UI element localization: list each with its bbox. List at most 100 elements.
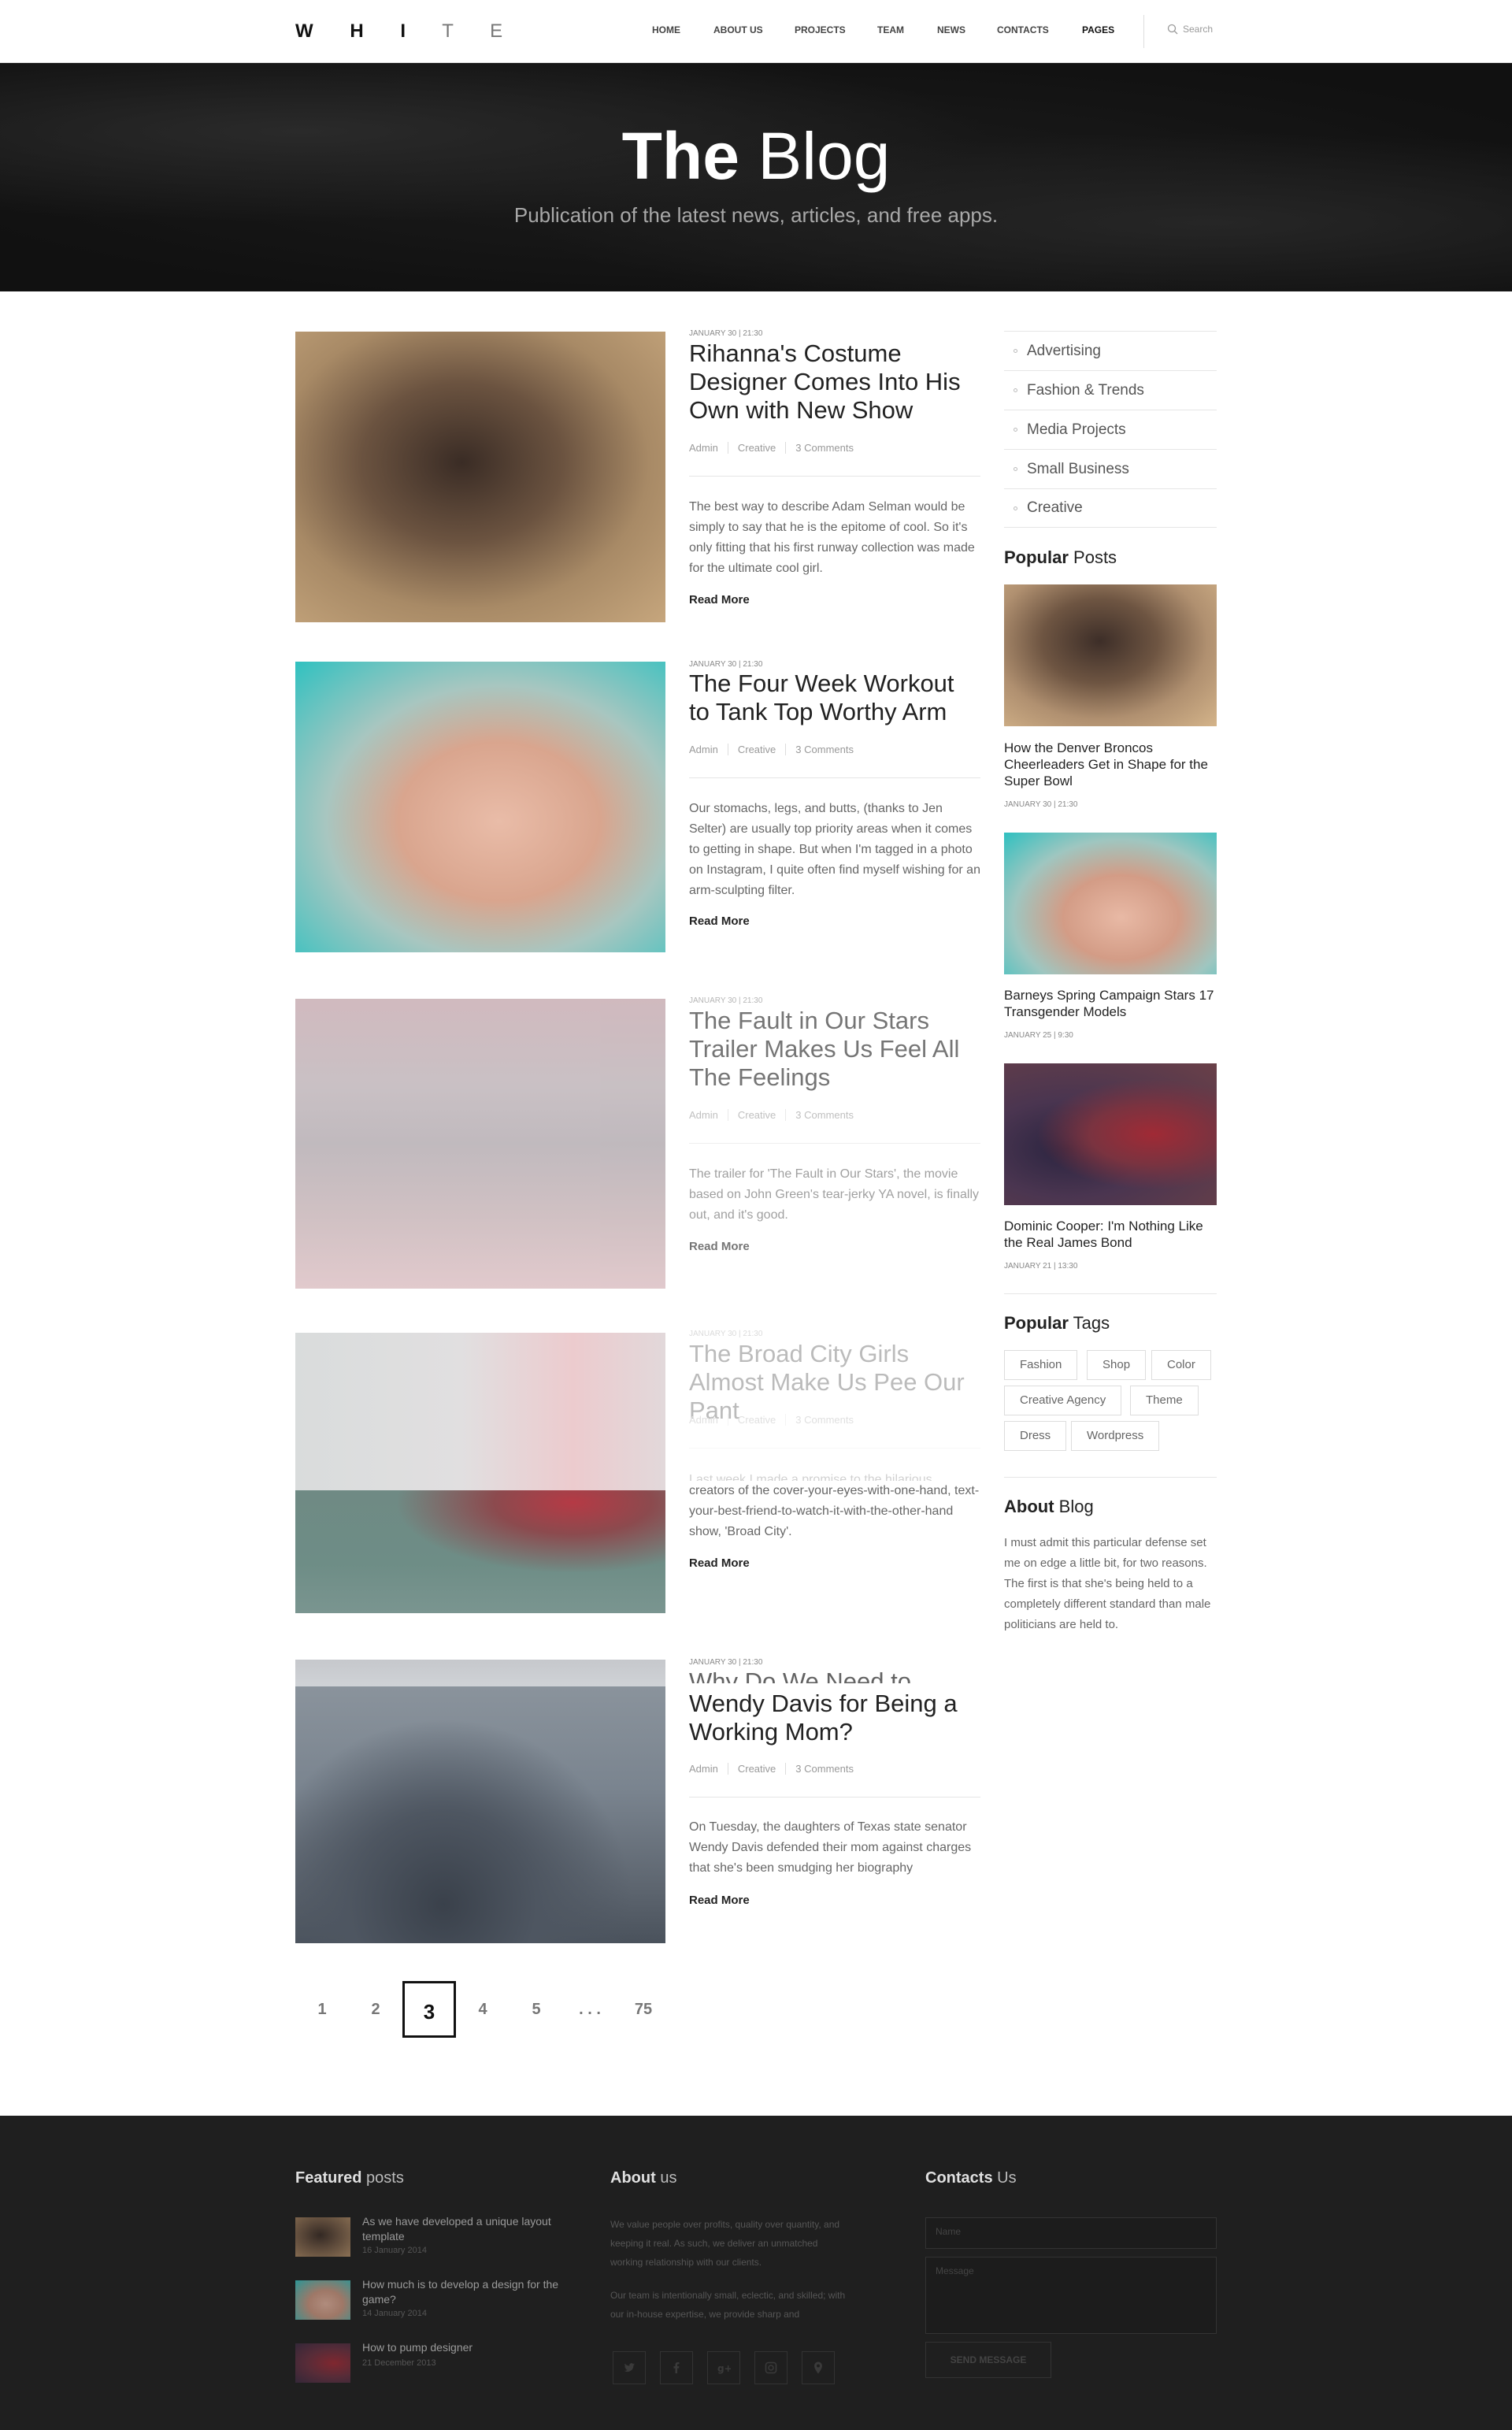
featured-post-date: 14 January 2014 (362, 2309, 427, 2318)
post-excerpt: On Tuesday, the daughters of Texas state… (689, 1820, 972, 1875)
page-4[interactable]: 4 (456, 1981, 510, 2038)
featured-post-thumb[interactable] (295, 2280, 350, 2320)
post-divider (689, 1448, 980, 1449)
post-author[interactable]: Admin (689, 1763, 728, 1775)
bullet-icon (1014, 349, 1017, 353)
category-list: Advertising Fashion & Trends Media Proje… (1004, 331, 1217, 528)
post-excerpt-faded: Last week I made a promise to the hilari… (689, 1473, 932, 1481)
page-75[interactable]: 75 (617, 1981, 670, 2038)
page-3-current[interactable]: 3 (402, 1981, 456, 2038)
popular-post-date: JANUARY 30 | 21:30 (1004, 800, 1078, 809)
heading-bold: About (1004, 1497, 1054, 1516)
bullet-icon (1014, 506, 1017, 510)
facebook-icon (673, 2362, 680, 2373)
post-date: JANUARY 30 | 21:30 (689, 1330, 763, 1338)
heading-light: Posts (1073, 547, 1117, 567)
category-label: Advertising (1027, 342, 1101, 359)
footer-about-p2: Our team is intentionally small, eclecti… (610, 2290, 846, 2320)
read-more-link[interactable]: Read More (689, 1556, 750, 1570)
post-category[interactable]: Creative (727, 1763, 785, 1775)
twitter-button[interactable] (613, 2351, 646, 2384)
heading-light: Us (997, 2169, 1017, 2187)
post-title[interactable]: Wendy Davis for Being a Working Mom? (689, 1690, 980, 1746)
twitter-icon (624, 2363, 635, 2372)
post-info: Admin Creative 3 Comments (689, 1414, 863, 1426)
post-header-faded: JANUARY 30 | 21:30 The Broad City Girls … (0, 0, 1512, 1481)
category-label: Creative (1027, 499, 1083, 516)
category-label: Small Business (1027, 460, 1129, 477)
bullet-icon (1014, 428, 1017, 432)
svg-text:g+: g+ (717, 2363, 731, 2374)
sidebar-divider (1004, 1477, 1217, 1478)
popular-post-image[interactable] (1004, 1063, 1217, 1205)
heading-bold: Featured (295, 2169, 362, 2187)
sidebar-divider (1004, 1293, 1217, 1294)
heading-light: Blog (1058, 1497, 1094, 1516)
heading-bold: About (610, 2169, 656, 2187)
category-media[interactable]: Media Projects (1004, 410, 1217, 449)
instagram-icon (765, 2361, 777, 2374)
footer-about-heading: About us (610, 2169, 676, 2187)
map-pin-icon (814, 2361, 822, 2374)
featured-post-title[interactable]: How much is to develop a design for the … (362, 2277, 567, 2307)
location-button[interactable] (802, 2351, 835, 2384)
tag-shop[interactable]: Shop (1087, 1350, 1147, 1380)
facebook-button[interactable] (660, 2351, 693, 2384)
google-plus-button[interactable]: g+ (707, 2351, 740, 2384)
tag-color[interactable]: Color (1151, 1350, 1211, 1380)
post-info: Admin Creative 3 Comments (689, 1763, 863, 1775)
popular-post-image[interactable] (1004, 584, 1217, 726)
tag-dress[interactable]: Dress (1004, 1421, 1067, 1451)
tag-fashion[interactable]: Fashion (1004, 1350, 1078, 1380)
post-comments[interactable]: 3 Comments (785, 1763, 863, 1775)
popular-posts-heading: Popular Posts (1004, 547, 1117, 568)
category-small-business[interactable]: Small Business (1004, 449, 1217, 488)
name-input[interactable]: Name (925, 2217, 1217, 2249)
heading-light: posts (366, 2169, 404, 2187)
heading-light: Tags (1073, 1313, 1110, 1333)
popular-post-title[interactable]: Barneys Spring Campaign Stars 17 Transge… (1004, 987, 1217, 1020)
category-creative[interactable]: Creative (1004, 488, 1217, 528)
message-textarea[interactable]: Message (925, 2257, 1217, 2334)
post-author[interactable]: Admin (689, 1414, 728, 1426)
google-plus-icon: g+ (717, 2363, 731, 2374)
category-label: Media Projects (1027, 421, 1126, 438)
tag-theme[interactable]: Theme (1130, 1386, 1199, 1415)
featured-posts-heading: Featured posts (295, 2169, 404, 2187)
tag-wordpress[interactable]: Wordpress (1071, 1421, 1160, 1451)
instagram-button[interactable] (754, 2351, 788, 2384)
featured-post-thumb[interactable] (295, 2343, 350, 2383)
footer-about-p1: We value people over profits, quality ov… (610, 2219, 840, 2268)
post-category[interactable]: Creative (727, 1414, 785, 1426)
send-message-button[interactable]: SEND MESSAGE (925, 2342, 1051, 2378)
post-image-top[interactable] (295, 1660, 665, 1686)
tag-creative-agency[interactable]: Creative Agency (1004, 1386, 1122, 1415)
post-title[interactable]: The Broad City Girls Almost Make Us Pee … (689, 1340, 980, 1425)
popular-post-image[interactable] (1004, 833, 1217, 974)
heading-light: us (660, 2169, 677, 2187)
popular-post-title[interactable]: Dominic Cooper: I'm Nothing Like the Rea… (1004, 1218, 1217, 1251)
category-label: Fashion & Trends (1027, 381, 1144, 399)
post-image (295, 1686, 665, 1943)
heading-bold: Contacts (925, 2169, 993, 2187)
featured-post-date: 21 December 2013 (362, 2358, 436, 2368)
post-image-bottom (295, 1490, 665, 1613)
read-more-link[interactable]: Read More (689, 1894, 750, 1907)
category-fashion[interactable]: Fashion & Trends (1004, 370, 1217, 410)
featured-post-thumb[interactable] (295, 2217, 350, 2257)
category-advertising[interactable]: Advertising (1004, 331, 1217, 370)
popular-post-date: JANUARY 25 | 9:30 (1004, 1031, 1073, 1040)
about-blog-heading: About Blog (1004, 1497, 1094, 1517)
post-date: JANUARY 30 | 21:30 (689, 1658, 763, 1667)
featured-post-title[interactable]: How to pump designer (362, 2340, 567, 2355)
page-2[interactable]: 2 (349, 1981, 402, 2038)
heading-bold: Popular (1004, 1313, 1069, 1333)
page-5[interactable]: 5 (510, 1981, 563, 2038)
bullet-icon (1014, 467, 1017, 471)
post-title-faded: Why Do We Need to Defend (689, 1668, 911, 1683)
page-1[interactable]: 1 (295, 1981, 349, 2038)
post-comments[interactable]: 3 Comments (785, 1414, 863, 1426)
featured-post-title[interactable]: As we have developed a unique layout tem… (362, 2214, 567, 2244)
popular-post-title[interactable]: How the Denver Broncos Cheerleaders Get … (1004, 740, 1217, 789)
popular-post-date: JANUARY 21 | 13:30 (1004, 1262, 1078, 1271)
